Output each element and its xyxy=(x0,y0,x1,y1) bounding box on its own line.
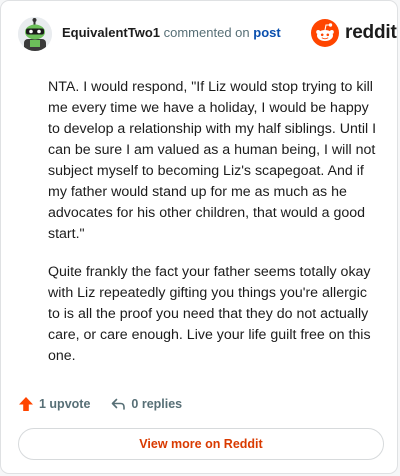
arrow-up-icon xyxy=(19,397,33,411)
comment-embed-card: EquivalentTwo1 commented on post reddit … xyxy=(0,0,398,474)
snoo-avatar-icon xyxy=(18,17,52,51)
comment-header: EquivalentTwo1 commented on post xyxy=(62,25,281,41)
comment-paragraph: Quite frankly the fact your father seems… xyxy=(48,264,371,364)
comment-body: NTA. I would respond, "If Liz would stop… xyxy=(48,77,378,384)
logo-text: reddit xyxy=(345,22,397,43)
reddit-snoo-icon xyxy=(311,19,339,47)
reddit-logo[interactable]: reddit xyxy=(311,19,397,47)
commented-on-label: commented on xyxy=(163,25,250,40)
upvote-button[interactable]: 1 upvote xyxy=(18,396,90,412)
comment-paragraph: NTA. I would respond, "If Liz would stop… xyxy=(48,79,377,242)
replies-button[interactable]: 0 replies xyxy=(110,396,182,412)
reply-arrow-icon xyxy=(112,398,126,410)
replies-count: 0 replies xyxy=(131,397,183,411)
username[interactable]: EquivalentTwo1 xyxy=(62,25,160,40)
post-link[interactable]: post xyxy=(253,25,280,40)
avatar[interactable] xyxy=(18,17,52,51)
comment-actions: 1 upvote 0 replies xyxy=(18,395,182,413)
view-more-button[interactable]: View more on Reddit xyxy=(18,428,384,460)
upvote-count: 1 upvote xyxy=(39,397,91,411)
